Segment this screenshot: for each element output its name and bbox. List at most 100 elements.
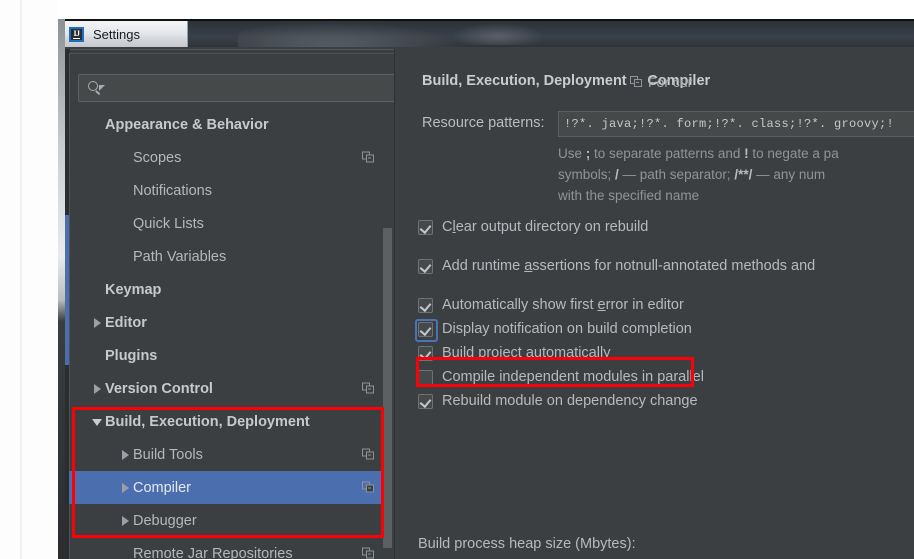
sidebar-item-label: Compiler	[133, 479, 192, 496]
checkbox-checked-icon[interactable]	[418, 345, 433, 361]
search-input-wrapper[interactable]	[78, 74, 396, 102]
checkbox-label-pre: Rebuild module on dependency change	[442, 393, 698, 409]
settings-tree: Appearance & Behavior Scopes Notifications…	[69, 108, 387, 559]
hint-2b: — path separator;	[618, 167, 735, 182]
sidebar-item-label: Version Control	[105, 380, 213, 397]
tree-indent-spacer	[119, 547, 133, 559]
checkbox-automatically-show-first-error-in-editor[interactable]: Automatically show first error in editor	[418, 293, 815, 317]
tree-indent-spacer	[91, 283, 105, 297]
chevron-right-icon[interactable]	[91, 382, 105, 396]
copy-icon[interactable]	[362, 382, 375, 395]
resource-patterns-hint: Use ; to separate patterns and ! to nega…	[558, 143, 914, 206]
sidebar-item-label: Remote Jar Repositories	[133, 545, 293, 559]
search-icon	[88, 81, 105, 95]
copy-icon[interactable]	[362, 151, 375, 164]
window-title: Settings	[93, 26, 140, 42]
checkbox-label-pre: Build project automatically	[442, 345, 611, 361]
checkbox-label: Add runtime assertions for notnull-annot…	[442, 258, 815, 274]
for-current-project-label[interactable]: For cur	[630, 74, 692, 90]
hint-2a: symbols;	[558, 167, 616, 182]
sidebar-item-label: Scopes	[133, 149, 182, 166]
sidebar-scrollbar-thumb[interactable]	[383, 228, 392, 548]
chevron-right-icon[interactable]	[91, 316, 105, 330]
checkbox-label-post: ear output directory on rebuild	[455, 219, 649, 235]
sidebar-item-debugger[interactable]: Debugger	[69, 504, 387, 537]
panel-splitter[interactable]	[394, 49, 402, 559]
sidebar-item-build-tools[interactable]: Build Tools	[69, 438, 387, 471]
copy-icon[interactable]	[362, 448, 375, 461]
sidebar-item-label: Notifications	[133, 182, 212, 199]
tree-indent-spacer	[91, 118, 105, 132]
resource-patterns-input[interactable]	[558, 111, 914, 137]
tree-indent-spacer	[91, 349, 105, 363]
checkbox-label-pre: Automatically show first	[442, 297, 598, 313]
checkbox-label: Rebuild module on dependency change	[442, 393, 698, 409]
compiler-settings-panel: Build, Execution, Deployment › Compiler …	[402, 49, 914, 559]
checkbox-checked-icon[interactable]	[415, 318, 438, 342]
intellij-idea-icon-glyph: IJ	[73, 28, 80, 39]
copy-icon[interactable]	[362, 547, 375, 559]
chevron-right-icon[interactable]	[119, 481, 133, 495]
checkbox-label-pre: Compile independent modules in parallel	[442, 369, 704, 385]
sidebar-item-appearance-behavior[interactable]: Appearance & Behavior	[69, 108, 387, 141]
checkbox-checked-icon[interactable]	[418, 297, 433, 313]
sidebar-item-scopes[interactable]: Scopes	[69, 141, 387, 174]
heap-size-label: Build process heap size (Mbytes):	[418, 536, 636, 552]
sidebar-item-keymap[interactable]: Keymap	[69, 273, 387, 306]
checkbox-rebuild-module-on-dependency-change[interactable]: Rebuild module on dependency change	[418, 389, 815, 413]
sidebar-item-version-control[interactable]: Version Control	[69, 372, 387, 405]
sidebar-item-build-execution-deployment[interactable]: Build, Execution, Deployment	[69, 405, 387, 438]
titlebar-sheen-secondary	[453, 23, 543, 45]
checkbox-label: Compile independent modules in parallel	[442, 369, 704, 385]
sidebar-item-label: Path Variables	[133, 248, 227, 265]
hint-3: with the specified name	[558, 188, 700, 203]
sidebar-item-plugins[interactable]: Plugins	[69, 339, 387, 372]
sidebar-item-label: Build Tools	[133, 446, 203, 463]
for-current-project-text: For cur	[648, 74, 693, 90]
checkbox-label-post: ssertions for notnull-annotated methods …	[532, 258, 816, 274]
sidebar-item-remote-jar-repositories[interactable]: Remote Jar Repositories	[69, 537, 387, 559]
checkbox-unchecked-icon[interactable]	[418, 369, 433, 385]
intellij-idea-icon: IJ	[69, 26, 84, 42]
chevron-down-icon	[99, 85, 105, 91]
checkbox-label-pre: C	[442, 219, 453, 235]
checkbox-label-pre: Add runtime	[442, 258, 525, 274]
checkbox-add-runtime-assertions-for-notnull-annotated-met[interactable]: Add runtime assertions for notnull-annot…	[418, 254, 815, 278]
checkbox-checked-icon[interactable]	[418, 258, 433, 274]
hint-2-glob: /**/	[734, 167, 753, 182]
sidebar-item-label: Editor	[105, 314, 147, 331]
search-input[interactable]	[111, 80, 395, 96]
sidebar-item-label: Plugins	[105, 347, 158, 364]
resource-patterns-row: Resource patterns:	[422, 111, 914, 137]
checkbox-compile-independent-modules-in-parallel[interactable]: Compile independent modules in parallel	[418, 365, 815, 389]
checkbox-label: Display notification on build completion	[442, 321, 692, 337]
checkbox-checked-icon[interactable]	[418, 393, 433, 409]
checkbox-label-mnemonic: e	[597, 297, 606, 313]
checkbox-label-post: rror in editor	[605, 297, 684, 313]
chevron-right-icon[interactable]	[119, 514, 133, 528]
chevron-down-icon[interactable]	[91, 415, 105, 429]
sidebar-item-notifications[interactable]: Notifications	[69, 174, 387, 207]
window-title-tab[interactable]: IJ Settings	[60, 21, 188, 47]
sidebar-item-quick-lists[interactable]: Quick Lists	[69, 207, 387, 240]
checkbox-label: Automatically show first error in editor	[442, 297, 684, 313]
desktop-backdrop	[0, 0, 58, 559]
hint-1b: to separate patterns and	[590, 146, 745, 161]
checkbox-clear-output-directory-on-rebuild[interactable]: Clear output directory on rebuild	[418, 215, 815, 239]
tree-indent-spacer	[119, 151, 133, 165]
chevron-right-icon[interactable]	[119, 448, 133, 462]
checkbox-display-notification-on-build-completion[interactable]: Display notification on build completion	[415, 317, 815, 342]
checkbox-checked-icon[interactable]	[418, 219, 433, 235]
checkbox-build-project-automatically[interactable]: Build project automatically	[418, 341, 815, 365]
sidebar-item-label: Debugger	[133, 512, 197, 529]
compiler-options-list: Clear output directory on rebuild Add run…	[415, 215, 815, 413]
sidebar-item-path-variables[interactable]: Path Variables	[69, 240, 387, 273]
breadcrumb-parent[interactable]: Build, Execution, Deployment	[422, 73, 627, 89]
hint-2c: — any num	[752, 167, 826, 182]
sidebar-item-editor[interactable]: Editor	[69, 306, 387, 339]
copy-icon[interactable]	[362, 481, 375, 494]
window-left-border	[58, 19, 65, 559]
checkbox-label: Clear output directory on rebuild	[442, 219, 648, 235]
backdrop-edge-strip	[20, 0, 22, 559]
sidebar-item-compiler[interactable]: Compiler	[69, 471, 387, 504]
